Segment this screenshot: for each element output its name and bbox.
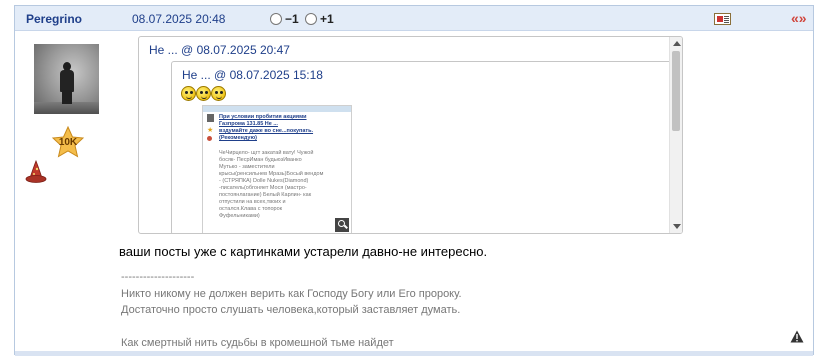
post-message: ваши посты уже с картинками устарели дав…: [119, 244, 488, 259]
thumb-text-line: - (СТРЯПКА) Dolle Nukes(Diamond): [219, 178, 309, 184]
radio-plus-icon[interactable]: [305, 13, 317, 25]
scroll-up-icon[interactable]: [673, 41, 681, 46]
inner-quote-author[interactable]: Не ...: [182, 68, 211, 82]
thumb-text-line: постоянлагание) Белый Карлин- как: [219, 192, 312, 198]
smiley-icon: [211, 86, 226, 101]
inner-quote-at: @: [214, 68, 227, 82]
post-date[interactable]: 08.07.2025 20:48: [132, 12, 225, 26]
inner-quote-date[interactable]: 08.07.2025 15:18: [230, 68, 323, 82]
post-header: Peregrino 08.07.2025 20:48 −1 +1 «»: [15, 6, 813, 31]
zoom-icon[interactable]: [335, 218, 349, 232]
vote-plus-radio[interactable]: +1: [305, 12, 334, 26]
thumb-link-line: (Рекомендую): [219, 135, 257, 141]
report-warning-icon[interactable]: [790, 330, 804, 343]
thumb-text-line: Фуфельниками): [219, 213, 260, 219]
signature-separator: --------------------: [121, 271, 195, 283]
signature-line: Никто никому не должен верить как Господ…: [121, 287, 462, 300]
thumb-text-line: Мутько - заместители: [219, 164, 275, 170]
outer-quote-block: Не ... @ 08.07.2025 20:47 Не ... @ 08.07…: [138, 36, 683, 234]
rating-star-badge: 10K: [51, 126, 85, 158]
outer-quote-at: @: [181, 43, 194, 57]
badge-label: 10K: [58, 137, 78, 148]
vote-minus-radio[interactable]: −1: [270, 12, 299, 26]
thumb-link-line: При условии пробития акциями: [219, 114, 307, 120]
scroll-thumb[interactable]: [672, 51, 680, 131]
image-thumbnail[interactable]: ★ При условии пробития акциями Газпрома …: [202, 105, 352, 233]
outer-quote-author[interactable]: Не ...: [149, 43, 178, 57]
post-author[interactable]: Peregrino: [26, 12, 82, 26]
avatar[interactable]: [34, 44, 99, 114]
thumb-text-line: босяк- ПесрИман будьюзИванко: [219, 157, 302, 163]
smiley-group: [181, 86, 226, 101]
inner-quote-block: Не ... @ 08.07.2025 15:18 ★ При условии …: [171, 61, 682, 233]
thumb-text-line: -писатель(обгоняет Мося (мастро-: [219, 185, 307, 191]
reply-icon[interactable]: [714, 13, 731, 25]
signature-line: Как смертный нить судьбы в кромешной тьм…: [121, 337, 394, 349]
thumb-link-line: вздумайте даже во сне...покупать.: [219, 128, 314, 134]
thumb-text-line: ЧеЧирцело- щгт закатай вату! Чужой: [219, 150, 314, 156]
outer-quote-date[interactable]: 08.07.2025 20:47: [197, 43, 290, 57]
quote-scrollbar[interactable]: [669, 37, 682, 233]
post-signature: -------------------- Никто никому не дол…: [121, 269, 462, 352]
signature-line: Достаточно просто слушать человека,котор…: [121, 304, 461, 316]
quote-icon[interactable]: «»: [791, 10, 807, 26]
vote-minus-label: −1: [285, 12, 299, 26]
inner-quote-header: Не ... @ 08.07.2025 15:18: [182, 68, 323, 82]
thumb-link-line: Газпрома 131.85 Не ...: [219, 121, 278, 127]
smiley-icon: [196, 86, 211, 101]
thumb-text-line: остался.Клава с топорок: [219, 206, 283, 212]
radio-minus-icon[interactable]: [270, 13, 282, 25]
wizard-hat-icon: [25, 160, 47, 183]
thumb-text-line: отпустили на всех,твоих и: [219, 199, 286, 205]
outer-quote-header: Не ... @ 08.07.2025 20:47: [149, 43, 290, 57]
forum-post: Peregrino 08.07.2025 20:48 −1 +1 «» 10K …: [14, 5, 814, 356]
smiley-icon: [181, 86, 196, 101]
scroll-down-icon[interactable]: [673, 224, 681, 229]
post-footer-bar: [15, 351, 813, 356]
thumb-text-line: крысы(ренсильнев Мразь)Босый вендом: [219, 171, 324, 177]
signature-line: [121, 319, 462, 336]
vote-plus-label: +1: [320, 12, 334, 26]
